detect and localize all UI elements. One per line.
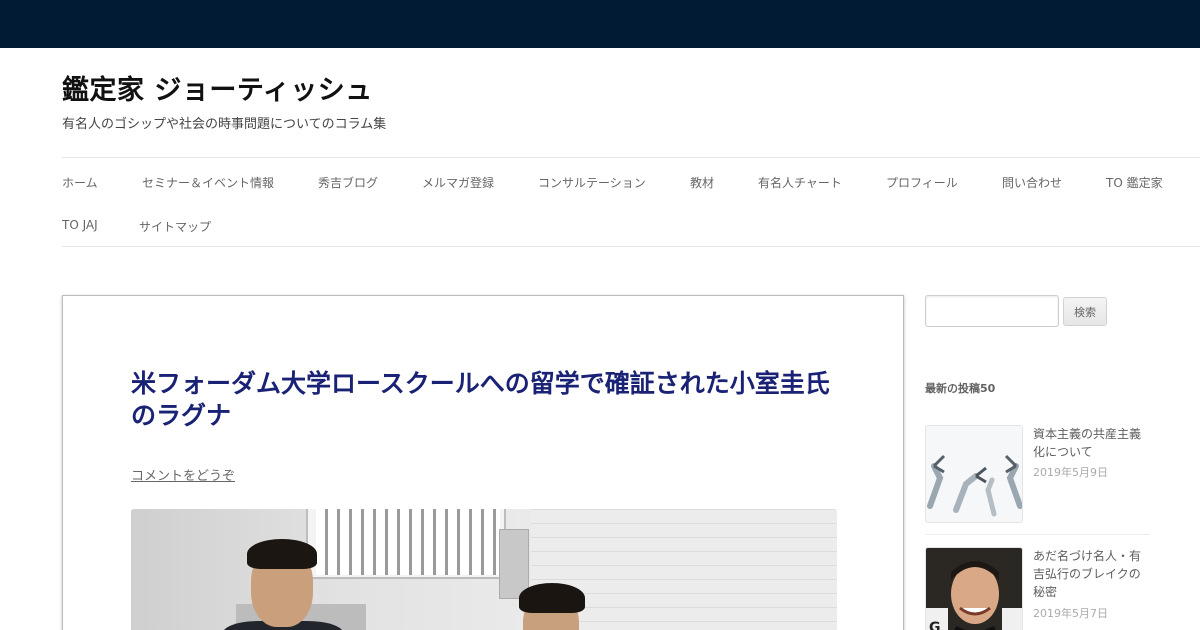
nav-item-contact[interactable]: 問い合わせ [1002, 174, 1062, 191]
recent-post-date: 2019年5月9日 [1033, 466, 1108, 479]
site-title[interactable]: 鑑定家 ジョーティッシュ [62, 68, 373, 107]
nav-item-to-jaj[interactable]: TO JAJ [62, 218, 98, 232]
comment-link[interactable]: コメントをどうぞ [131, 465, 235, 484]
search-button[interactable]: 検索 [1063, 297, 1107, 326]
recent-post-date: 2019年5月7日 [1033, 607, 1108, 620]
recent-post-title[interactable]: あだ名づけ名人・有吉弘行のブレイクの秘密 [1033, 547, 1147, 601]
recent-post-title[interactable]: 資本主義の共産主義化について [1033, 425, 1147, 461]
photo-window [306, 509, 506, 579]
recent-post-thumbnail[interactable] [925, 425, 1023, 523]
top-bar [0, 0, 1200, 48]
nav-item-to-kanteika[interactable]: TO 鑑定家 [1106, 174, 1163, 191]
photo-person-left-hair [247, 539, 317, 569]
site-description: 有名人のゴシップや社会の時事問題についてのコラム集 [62, 117, 387, 132]
article-card: 米フォーダム大学ロースクールへの留学で確証された小室圭氏のラグナ コメントをどう… [62, 295, 904, 630]
person-portrait-icon: G [926, 548, 1022, 630]
nav-item-sitemap[interactable]: サイトマップ [139, 218, 211, 235]
article-featured-image [131, 509, 837, 630]
nav-item-materials[interactable]: 教材 [690, 174, 714, 191]
nav-item-celebrity-charts[interactable]: 有名人チャート [758, 174, 842, 191]
recent-post-item: 資本主義の共産主義化について 2019年5月9日 [925, 425, 1150, 535]
robot-arms-icon [926, 426, 1022, 522]
article-title[interactable]: 米フォーダム大学ロースクールへの留学で確証された小室圭氏のラグナ [131, 368, 841, 432]
recent-post-item: G あだ名づけ名人・有吉弘行のブレイクの秘密 2019年5月7日 [925, 547, 1150, 630]
nav-item-profile[interactable]: プロフィール [886, 174, 958, 191]
nav-item-home[interactable]: ホーム [62, 174, 98, 191]
nav-item-seminar-events[interactable]: セミナー＆イベント情報 [142, 174, 274, 191]
photo-person-right-hair [519, 583, 585, 613]
search-input[interactable] [925, 295, 1059, 327]
recent-posts-heading: 最新の投稿50 [925, 382, 996, 395]
nav-item-newsletter[interactable]: メルマガ登録 [422, 174, 494, 191]
photo-window-bars [316, 509, 500, 575]
nav-item-hideyoshi-blog[interactable]: 秀吉ブログ [318, 174, 378, 191]
nav-item-consultation[interactable]: コンサルテーション [538, 174, 646, 191]
main-navigation: ホーム セミナー＆イベント情報 秀吉ブログ メルマガ登録 コンサルテーション 教… [62, 157, 1200, 247]
svg-text:G: G [929, 620, 941, 630]
recent-post-thumbnail[interactable]: G [925, 547, 1023, 630]
